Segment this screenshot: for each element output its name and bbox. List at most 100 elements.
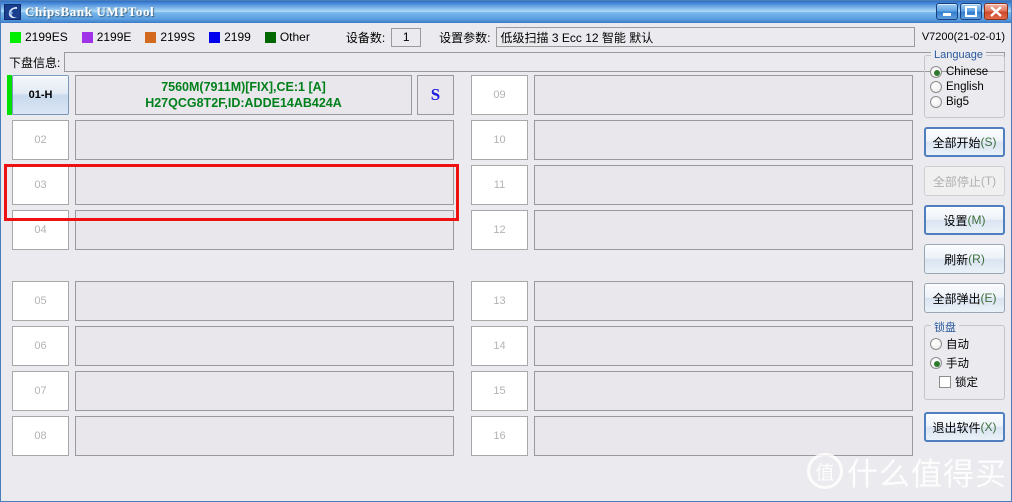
slot-row[interactable]: 03 [7, 165, 454, 205]
slot-info-field [534, 416, 913, 456]
legend-swatch-2199 [209, 31, 221, 43]
start-all-button[interactable]: 全部开始 (S) [924, 127, 1005, 157]
right-sidebar: Language Chinese English Big5 全部开始 (S) 全部… [919, 49, 1011, 501]
language-option-english[interactable]: English [930, 81, 1000, 93]
window-title: ChipsBank UMPTool [25, 4, 155, 19]
lock-checkbox-label: 锁定 [955, 377, 978, 389]
lock-option-auto[interactable]: 自动 [930, 336, 1000, 352]
legend-swatch-2199e [81, 31, 93, 43]
language-option-chinese[interactable]: Chinese [930, 66, 1000, 78]
window-controls [936, 3, 1008, 20]
slot-info-field [75, 281, 454, 321]
legend-item-other: Other [264, 30, 310, 44]
legend-swatch-2199es [10, 31, 21, 43]
slot-id-button[interactable]: 01-H [12, 75, 69, 115]
legend-item-2199s: 2199S [145, 30, 195, 44]
language-option-label: English [946, 81, 984, 93]
slot-column-right: 09 10 11 12 13 14 15 16 [460, 75, 919, 461]
slot-row[interactable]: 12 [466, 210, 913, 250]
slot-id-button[interactable]: 06 [12, 326, 69, 366]
language-option-big5[interactable]: Big5 [930, 96, 1000, 108]
slot-id-button[interactable]: 05 [12, 281, 69, 321]
checkbox-icon[interactable] [939, 376, 951, 388]
radio-icon[interactable] [930, 66, 942, 78]
slot-id-button[interactable]: 13 [471, 281, 528, 321]
legend-label-other: Other [279, 30, 310, 44]
slot-row[interactable]: 08 [7, 416, 454, 456]
slot-id-button[interactable]: 07 [12, 371, 69, 411]
language-group: Language Chinese English Big5 [924, 49, 1005, 118]
language-group-title: Language [931, 49, 986, 61]
slot-badge[interactable]: S [417, 75, 454, 115]
legend-item-2199e: 2199E [81, 30, 132, 44]
slot-row[interactable]: 04 [7, 210, 454, 250]
language-option-label: Chinese [946, 66, 989, 78]
slot-row[interactable]: 11 [466, 165, 913, 205]
slot-id-button[interactable]: 12 [471, 210, 528, 250]
slot-id-button[interactable]: 03 [12, 165, 69, 205]
stop-all-button[interactable]: 全部停止 (T) [924, 166, 1005, 196]
set-param-field[interactable]: 低级扫描 3 Ecc 12 智能 默认 [495, 27, 915, 47]
refresh-button[interactable]: 刷新 (R) [924, 244, 1005, 274]
device-count-field[interactable]: 1 [391, 27, 422, 47]
lock-checkbox-row[interactable]: 锁定 [939, 374, 1000, 390]
lock-option-manual[interactable]: 手动 [930, 355, 1000, 371]
slot-row[interactable]: 07 [7, 371, 454, 411]
eject-all-button[interactable]: 全部弹出 (E) [924, 283, 1005, 313]
slot-id-button[interactable]: 02 [12, 120, 69, 160]
slot-id-button[interactable]: 08 [12, 416, 69, 456]
slot-id-button[interactable]: 15 [471, 371, 528, 411]
slot-row[interactable]: 16 [466, 416, 913, 456]
start-all-mnemonic: (S) [980, 135, 997, 149]
legend-label-2199: 2199 [224, 30, 251, 44]
slot-info-field [534, 120, 913, 160]
slot-id-button[interactable]: 11 [471, 165, 528, 205]
slot-row[interactable]: 05 [7, 281, 454, 321]
disk-info-bar: 下盘信息: [1, 50, 1011, 74]
slot-id-button[interactable]: 04 [12, 210, 69, 250]
slot-row[interactable]: 02 [7, 120, 454, 160]
minimize-button[interactable] [936, 3, 958, 20]
slot-id-button[interactable]: 10 [471, 120, 528, 160]
slot-info-line1: 7560M(7911M)[FIX],CE:1 [A] [161, 80, 326, 94]
radio-icon[interactable] [930, 96, 942, 108]
slot-id-button[interactable]: 14 [471, 326, 528, 366]
slot-info-field [75, 210, 454, 250]
lock-option-label: 自动 [946, 339, 969, 351]
slot-row[interactable]: 13 [466, 281, 913, 321]
radio-icon[interactable] [930, 81, 942, 93]
slot-row[interactable]: 01-H 7560M(7911M)[FIX],CE:1 [A] H27QCG8T… [7, 75, 454, 115]
refresh-label: 刷新 [944, 252, 969, 267]
version-label: V7200(21-02-01) [921, 31, 1005, 43]
legend-item-2199es: 2199ES [10, 30, 68, 44]
exit-button[interactable]: 退出软件 (X) [924, 412, 1005, 442]
title-bar: ChipsBank UMPTool [1, 1, 1011, 23]
slot-row[interactable]: 14 [466, 326, 913, 366]
slot-info-field [534, 75, 913, 115]
legend-label-2199e: 2199E [96, 30, 132, 44]
slot-id-button[interactable]: 09 [471, 75, 528, 115]
legend-label-2199es: 2199ES [25, 30, 68, 44]
radio-icon[interactable] [930, 338, 942, 350]
settings-label: 设置 [943, 213, 968, 228]
app-icon [4, 4, 21, 20]
settings-button[interactable]: 设置 (M) [924, 205, 1005, 235]
radio-icon[interactable] [930, 357, 942, 369]
slot-row[interactable]: 06 [7, 326, 454, 366]
slot-info-field: 7560M(7911M)[FIX],CE:1 [A] H27QCG8T2F,ID… [75, 75, 412, 115]
legend-label-2199s: 2199S [160, 30, 196, 44]
stop-all-label: 全部停止 [932, 174, 981, 189]
close-button[interactable] [984, 3, 1008, 20]
disk-info-field[interactable] [64, 52, 1005, 72]
slot-row[interactable]: 09 [466, 75, 913, 115]
slot-id-button[interactable]: 16 [471, 416, 528, 456]
slot-info-field [534, 281, 913, 321]
set-param-label: 设置参数: [439, 30, 491, 45]
maximize-button[interactable] [960, 3, 982, 20]
slot-row[interactable]: 10 [466, 120, 913, 160]
slot-info-field [534, 326, 913, 366]
slot-row[interactable]: 15 [466, 371, 913, 411]
exit-label: 退出软件 [932, 420, 981, 435]
legend-swatch-other [264, 31, 276, 43]
slot-grid: 01-H 7560M(7911M)[FIX],CE:1 [A] H27QCG8T… [1, 75, 919, 501]
